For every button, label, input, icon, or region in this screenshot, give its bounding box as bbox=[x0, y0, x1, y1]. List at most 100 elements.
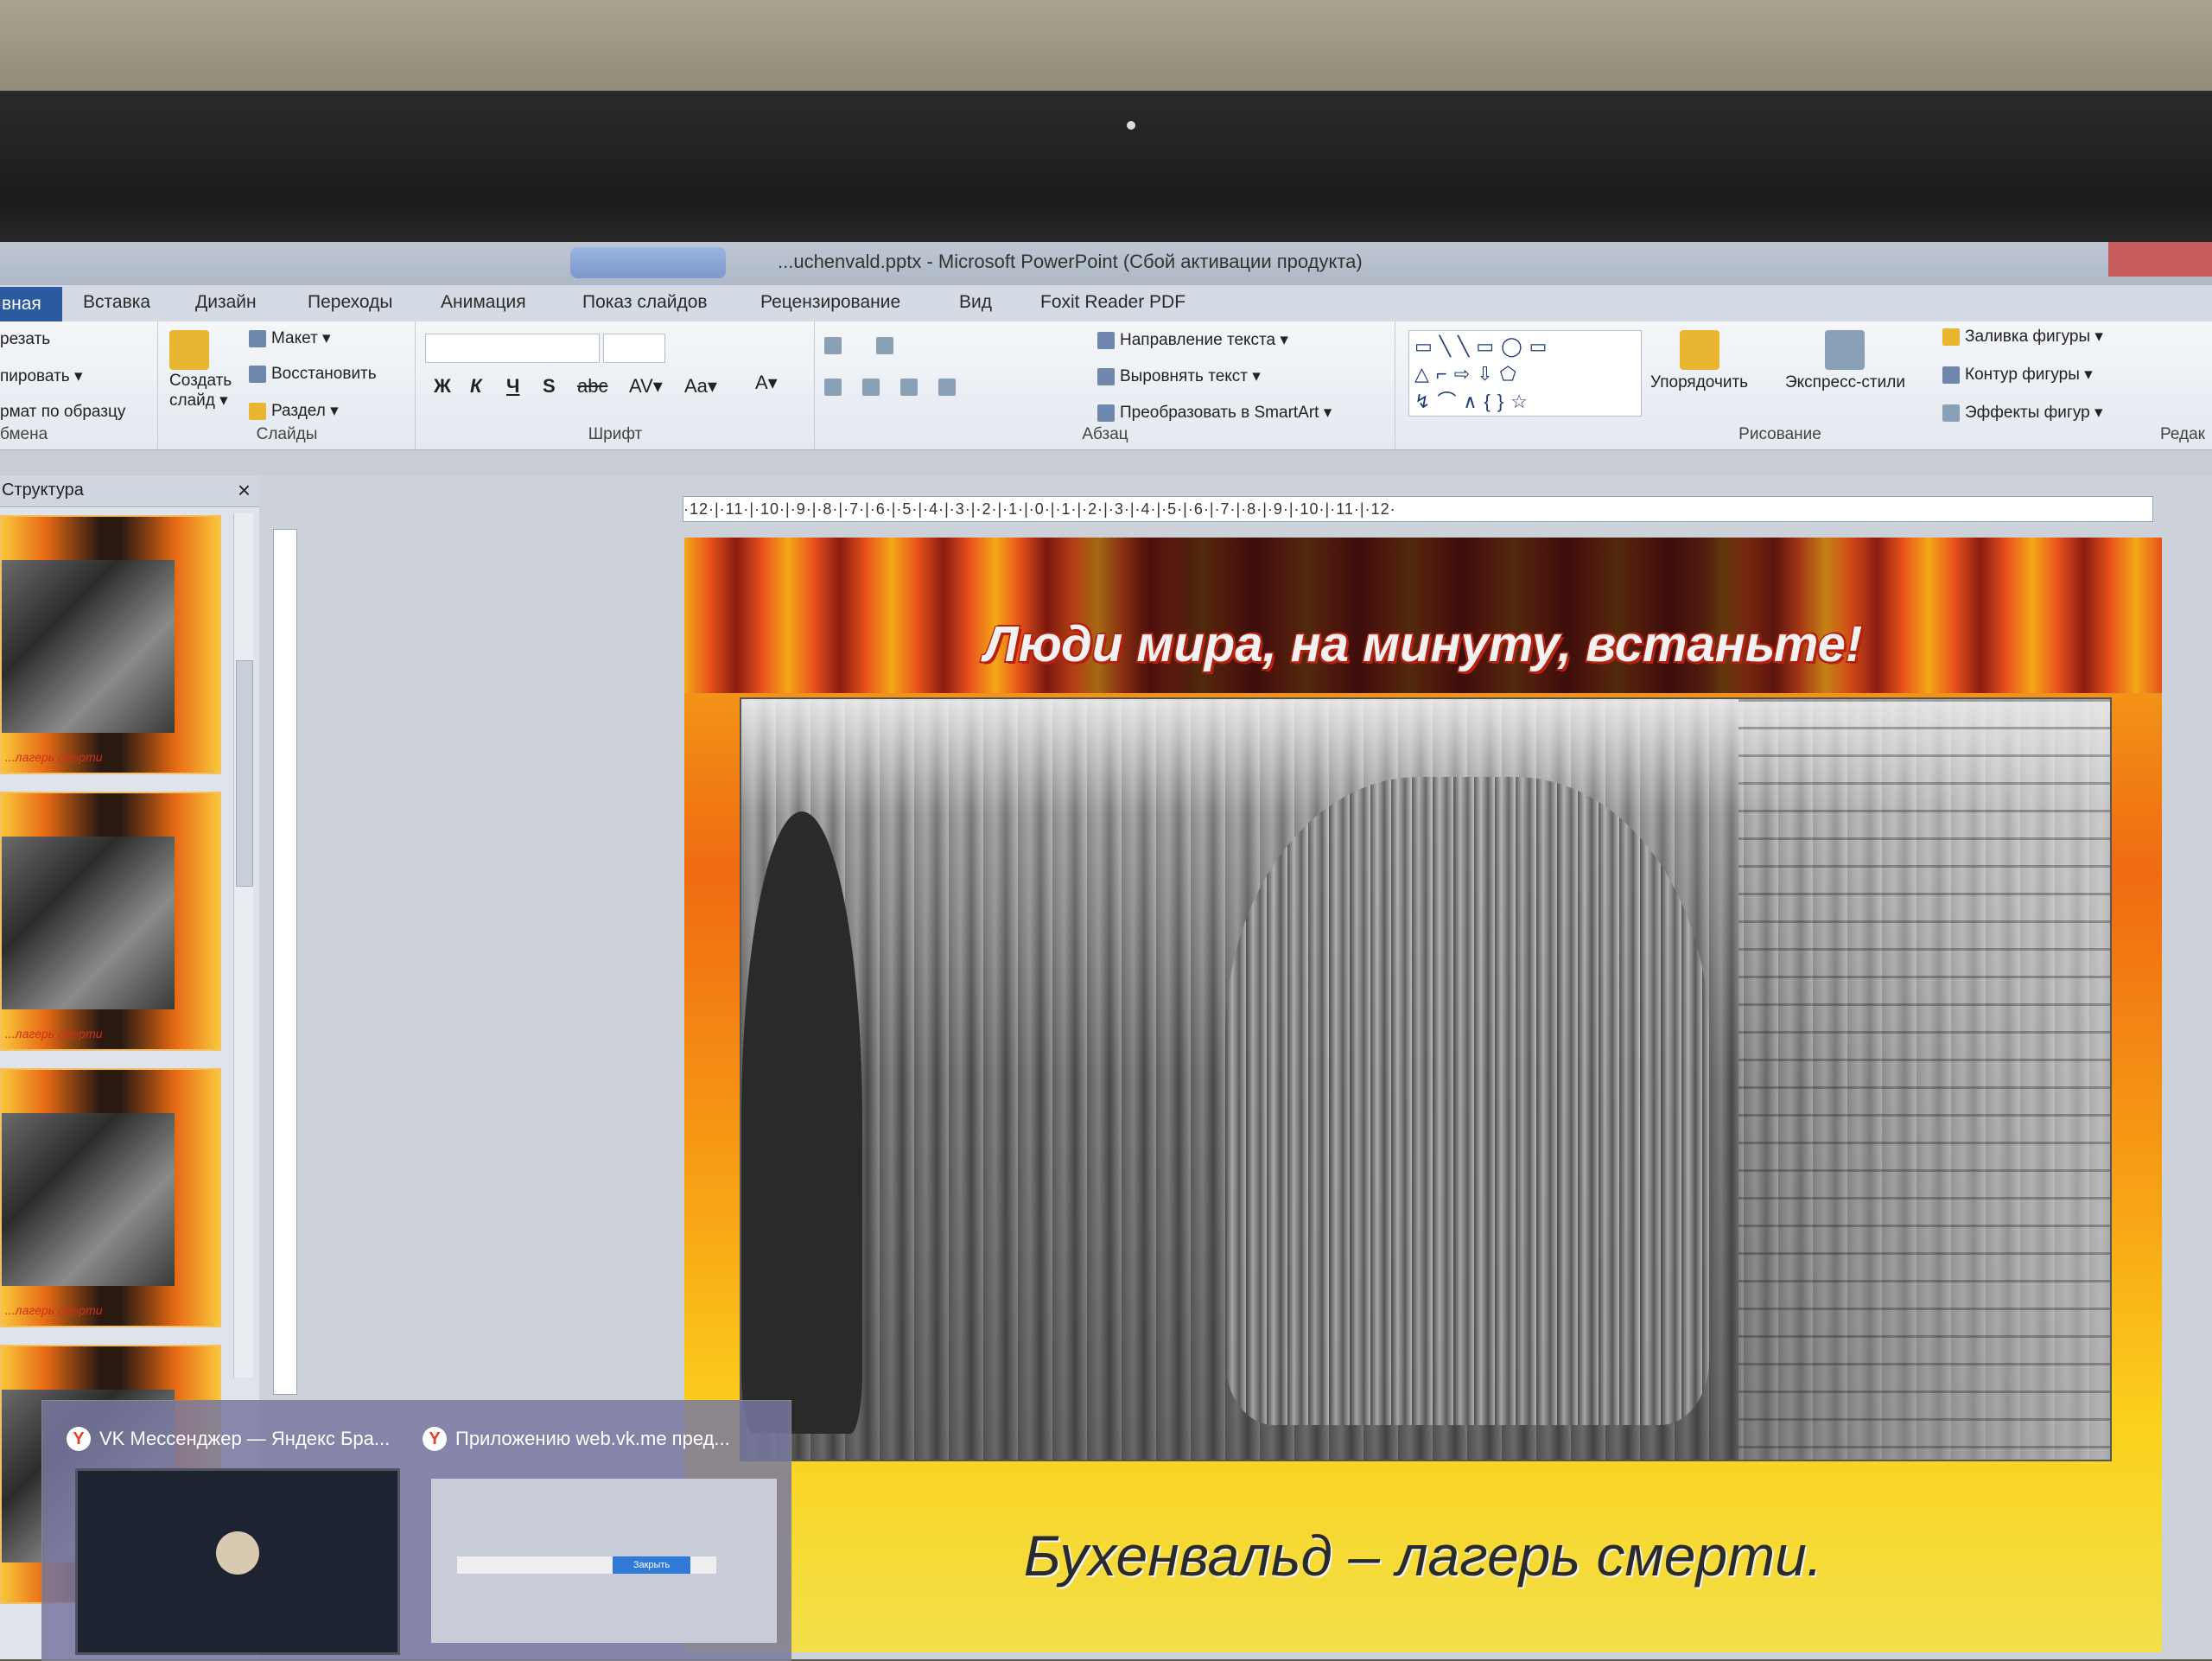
text-direction-label: Направление текста ▾ bbox=[1120, 331, 1288, 349]
preview-window-vk[interactable] bbox=[75, 1468, 400, 1655]
photo-fence bbox=[1738, 699, 2110, 1460]
vertical-ruler bbox=[273, 529, 297, 1395]
yandex-browser-icon: Y bbox=[67, 1427, 91, 1451]
font-name-combo[interactable] bbox=[425, 334, 600, 363]
outline-tab[interactable]: Структура bbox=[2, 480, 84, 500]
arrange-button[interactable]: Упорядочить bbox=[1650, 330, 1748, 392]
reset-label: Восстановить bbox=[271, 365, 377, 383]
align-right-button[interactable] bbox=[900, 379, 918, 396]
tab-transitions[interactable]: Переходы bbox=[308, 292, 393, 313]
align-left-button[interactable] bbox=[824, 379, 842, 396]
underline-button[interactable]: Ч bbox=[506, 375, 519, 398]
quick-styles-button[interactable]: Экспресс-стили bbox=[1785, 330, 1905, 392]
tab-view[interactable]: Вид bbox=[959, 292, 992, 313]
ribbon: резать пировать ▾ рмат по образцу бмена … bbox=[0, 321, 2212, 450]
slide-canvas[interactable]: Люди мира, на минуту, встаньте! Бухенвал… bbox=[684, 538, 2162, 1652]
cut-button[interactable]: резать bbox=[0, 330, 50, 349]
bullets-icon bbox=[824, 337, 842, 354]
layout-label: Макет ▾ bbox=[271, 329, 331, 347]
background-wall bbox=[0, 0, 2212, 95]
align-center-button[interactable] bbox=[862, 379, 880, 396]
quick-access-toolbar[interactable] bbox=[570, 247, 726, 278]
spacing-button[interactable]: AV▾ bbox=[629, 375, 663, 398]
format-painter-label: рмат по образцу bbox=[0, 403, 126, 421]
slide-thumbnail[interactable]: ...лагерь смерти bbox=[0, 1068, 221, 1327]
window-close-button[interactable] bbox=[2108, 242, 2212, 277]
shape-fill-button[interactable]: Заливка фигуры ▾ bbox=[1942, 327, 2103, 347]
thumbnail-photo bbox=[2, 560, 175, 733]
justify-button[interactable] bbox=[938, 379, 956, 396]
numbering-icon bbox=[876, 337, 893, 354]
panel-scrollbar[interactable] bbox=[233, 513, 253, 1378]
shapes-gallery[interactable]: ▭╲╲▭◯▭ △⌐⇨⇩⬠ ↯⌒∧{}☆ bbox=[1408, 330, 1642, 417]
avatar bbox=[216, 1531, 259, 1575]
slide-subtitle[interactable]: Бухенвальд – лагерь смерти. bbox=[684, 1523, 2162, 1588]
group-slides: Создать слайд ▾ Макет ▾ Восстановить Раз… bbox=[159, 321, 416, 449]
new-slide-button[interactable]: Создать слайд ▾ bbox=[169, 330, 238, 410]
slide-title[interactable]: Люди мира, на минуту, встаньте! bbox=[684, 615, 2162, 673]
panel-close-icon[interactable]: × bbox=[238, 477, 251, 504]
justify-icon bbox=[938, 379, 956, 396]
tab-home[interactable]: вная bbox=[0, 287, 62, 321]
effects-icon bbox=[1942, 404, 1960, 422]
window-title: ...uchenvald.pptx - Microsoft PowerPoint… bbox=[778, 251, 1363, 272]
shape-outline-label: Контур фигуры ▾ bbox=[1965, 366, 2093, 384]
tab-animation[interactable]: Анимация bbox=[441, 292, 526, 313]
layout-button[interactable]: Макет ▾ bbox=[249, 328, 331, 348]
reset-button[interactable]: Восстановить bbox=[249, 365, 377, 384]
align-text-button[interactable]: Выровнять текст ▾ bbox=[1097, 366, 1261, 386]
thumbnail-caption: ...лагерь смерти bbox=[5, 750, 103, 764]
tab-review[interactable]: Рецензирование bbox=[760, 292, 900, 313]
smartart-label: Преобразовать в SmartArt ▾ bbox=[1120, 404, 1332, 422]
tab-slideshow[interactable]: Показ слайдов bbox=[582, 292, 708, 313]
slide-thumbnail[interactable]: ...лагерь смерти bbox=[0, 792, 221, 1051]
preview-item-webvk[interactable]: Y Приложению web.vk.me пред... bbox=[423, 1427, 730, 1451]
format-painter-button[interactable]: рмат по образцу bbox=[0, 403, 125, 422]
tab-foxit[interactable]: Foxit Reader PDF bbox=[1040, 292, 1185, 313]
thumbnail-photo bbox=[2, 837, 175, 1009]
bullets-button[interactable] bbox=[824, 337, 842, 354]
paint-bucket-icon bbox=[1942, 328, 1960, 346]
slide-thumbnail[interactable]: ...лагерь смерти bbox=[0, 515, 221, 774]
bold-button[interactable]: Ж bbox=[434, 375, 451, 398]
preview-item-vk[interactable]: Y VK Мессенджер — Яндекс Бра... bbox=[67, 1427, 390, 1451]
align-left-icon bbox=[824, 379, 842, 396]
copy-button[interactable]: пировать ▾ bbox=[0, 366, 82, 386]
notification-button[interactable]: Закрыть bbox=[613, 1556, 690, 1574]
shape-effects-button[interactable]: Эффекты фигур ▾ bbox=[1942, 403, 2103, 423]
font-group-label: Шрифт bbox=[588, 425, 643, 443]
quick-styles-icon bbox=[1825, 330, 1866, 370]
group-font: Ж К Ч S abc AV▾ Aa▾ A▾ Шрифт bbox=[416, 321, 815, 449]
text-direction-button[interactable]: Направление текста ▾ bbox=[1097, 330, 1288, 350]
photo-figure bbox=[741, 811, 862, 1434]
font-color-button[interactable]: A▾ bbox=[755, 372, 778, 394]
photo-crowd bbox=[1225, 777, 1709, 1425]
italic-button[interactable]: К bbox=[470, 375, 482, 398]
align-text-icon bbox=[1097, 367, 1115, 385]
preview-item-label: VK Мессенджер — Яндекс Бра... bbox=[99, 1428, 391, 1449]
arrange-label: Упорядочить bbox=[1650, 373, 1749, 391]
scrollbar-thumb[interactable] bbox=[236, 660, 253, 887]
preview-item-label: Приложению web.vk.me пред... bbox=[455, 1428, 730, 1449]
section-button[interactable]: Раздел ▾ bbox=[249, 401, 339, 421]
shape-fill-label: Заливка фигуры ▾ bbox=[1965, 328, 2103, 346]
monitor-bezel bbox=[0, 91, 2212, 246]
align-right-icon bbox=[900, 379, 918, 396]
new-slide-icon bbox=[169, 330, 209, 370]
numbering-button[interactable] bbox=[876, 337, 893, 354]
drawing-group-label: Рисование bbox=[1738, 425, 1821, 443]
smartart-button[interactable]: Преобразовать в SmartArt ▾ bbox=[1097, 403, 1332, 423]
tab-design[interactable]: Дизайн bbox=[195, 292, 257, 313]
shape-outline-button[interactable]: Контур фигуры ▾ bbox=[1942, 365, 2093, 385]
font-size-combo[interactable] bbox=[603, 334, 665, 363]
preview-window-webvk[interactable]: Закрыть bbox=[431, 1479, 777, 1643]
layout-icon bbox=[249, 329, 266, 347]
smartart-icon bbox=[1097, 404, 1115, 422]
shadow-button[interactable]: S bbox=[543, 375, 556, 398]
pencil-icon bbox=[1942, 366, 1960, 384]
ribbon-tabs: вная Вставка Дизайн Переходы Анимация По… bbox=[0, 285, 2212, 321]
strikethrough-button[interactable]: abc bbox=[577, 375, 607, 398]
slide-photo[interactable] bbox=[740, 697, 2112, 1461]
change-case-button[interactable]: Aa▾ bbox=[684, 375, 717, 398]
tab-insert[interactable]: Вставка bbox=[83, 292, 150, 313]
